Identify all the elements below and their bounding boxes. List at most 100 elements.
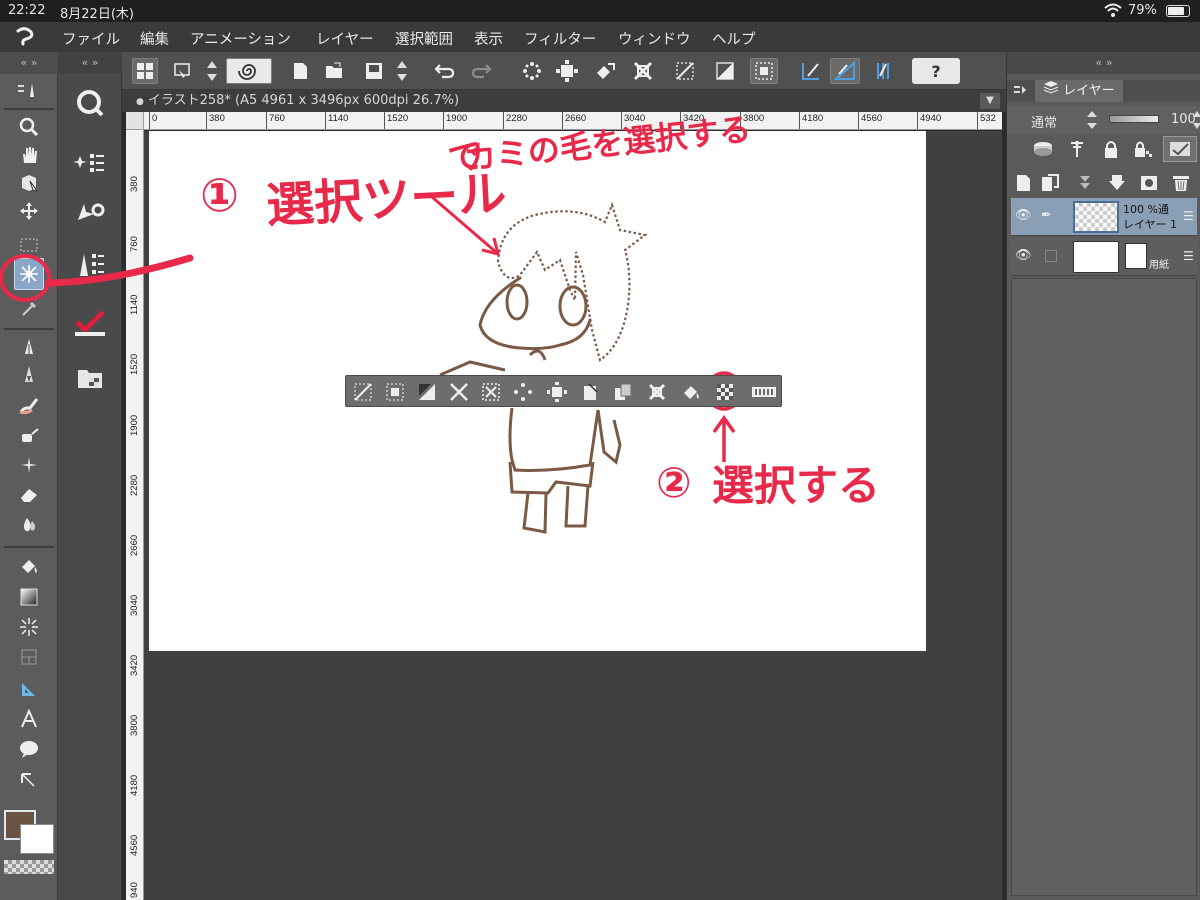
lock-transparent-icon[interactable] [1131, 138, 1155, 160]
launcher-fill-icon[interactable] [680, 381, 702, 403]
fill-command-icon[interactable] [592, 58, 618, 84]
help-button[interactable]: ? [912, 58, 960, 84]
menu-animation[interactable]: アニメーション [190, 28, 291, 49]
menu-view[interactable]: 表示 [474, 28, 503, 49]
launcher-deselect-icon[interactable] [352, 381, 374, 403]
hand-tool-icon[interactable] [14, 142, 44, 168]
delete-layer-icon[interactable] [1169, 172, 1193, 194]
launcher-select-area-icon[interactable] [384, 381, 406, 403]
undo-icon[interactable] [432, 58, 458, 84]
gradient-tool-icon[interactable] [14, 584, 44, 610]
text-tool-icon[interactable] [14, 706, 44, 732]
deselect-icon[interactable] [672, 58, 698, 84]
blend-mode-select[interactable]: 通常 [1031, 112, 1057, 131]
fill-tool-icon[interactable] [14, 554, 44, 580]
clipping-icon[interactable] [1031, 138, 1055, 160]
quick-access-icon[interactable] [70, 86, 110, 120]
opacity-stepper-icon[interactable] [1193, 108, 1200, 136]
object-tool-icon[interactable] [14, 170, 44, 196]
panel-menu-icon[interactable] [1013, 83, 1027, 103]
layer-menu-icon[interactable]: ☰ [1183, 209, 1194, 223]
sub-tool-list-icon[interactable] [70, 146, 110, 180]
merge-down-icon[interactable] [1105, 172, 1129, 194]
lock-icon[interactable] [1099, 138, 1123, 160]
sub-tool-palette-grip[interactable]: « » [58, 52, 122, 74]
airbrush-tool-icon[interactable] [14, 422, 44, 448]
menu-help[interactable]: ヘルプ [712, 28, 756, 49]
selection-area-tool-icon[interactable] [14, 232, 44, 258]
reference-layer-icon[interactable] [1065, 138, 1089, 160]
mask-icon[interactable] [1163, 136, 1197, 162]
layout-grid-icon[interactable] [132, 58, 158, 84]
tool-palette-grip[interactable]: « » [0, 52, 58, 74]
auto-select-tool-icon[interactable] [14, 258, 44, 290]
color-set-icon[interactable] [70, 306, 110, 340]
workspace-icon[interactable] [170, 58, 196, 84]
visibility-eye-icon[interactable]: 👁 [1015, 248, 1032, 263]
layer-row[interactable]: 👁 ✒ 100 %通 レイヤー 1 ☰ [1011, 198, 1197, 236]
eraser-tool-icon[interactable] [14, 482, 44, 508]
clear-icon[interactable] [520, 58, 544, 84]
launcher-border-icon[interactable] [480, 381, 502, 403]
menu-edit[interactable]: 編集 [140, 28, 169, 49]
workspace-stepper-icon[interactable] [202, 58, 222, 84]
new-file-icon[interactable] [288, 58, 312, 84]
blend-tool-icon[interactable] [14, 512, 44, 538]
open-file-icon[interactable] [322, 58, 348, 84]
menu-window[interactable]: ウィンドウ [618, 28, 691, 49]
snap-to-grid-icon[interactable] [870, 58, 896, 84]
launcher-scale-icon[interactable] [448, 381, 470, 403]
transparent-color-swatch[interactable] [4, 860, 54, 874]
app-logo-icon[interactable] [14, 25, 36, 52]
layer-menu-icon[interactable]: ☰ [1183, 249, 1194, 263]
tool-property-icon[interactable] [70, 196, 110, 230]
eyedropper-tool-icon[interactable] [14, 296, 44, 322]
launcher-clear-icon[interactable] [512, 381, 534, 403]
move-layer-tool-icon[interactable] [14, 198, 44, 224]
layer-list-area[interactable] [1011, 278, 1197, 896]
transform-icon[interactable] [554, 58, 580, 84]
spiral-logo-icon[interactable] [226, 58, 272, 84]
new-vector-layer-icon[interactable] [1039, 172, 1063, 194]
sub-color-swatch[interactable] [20, 824, 54, 854]
menu-file[interactable]: ファイル [62, 28, 120, 49]
drawing-layer-pen-icon[interactable]: ✒ [1041, 208, 1052, 223]
launcher-rotate-icon[interactable] [646, 381, 668, 403]
zoom-tool-icon[interactable] [14, 114, 44, 140]
ruler-tool-icon[interactable] [14, 676, 44, 702]
snap-to-ruler-icon[interactable] [798, 58, 824, 84]
tool-menu-icon[interactable] [14, 78, 44, 104]
brush-tool-icon[interactable] [14, 392, 44, 418]
transfer-down-icon[interactable] [1073, 172, 1097, 194]
launcher-copy-paste-icon[interactable] [612, 381, 634, 403]
invert-selection-icon[interactable] [712, 58, 738, 84]
add-mask-icon[interactable] [1137, 172, 1161, 194]
snap-to-special-ruler-icon[interactable] [830, 58, 860, 84]
launcher-settings-icon[interactable] [750, 381, 778, 403]
launcher-invert-icon[interactable] [416, 381, 438, 403]
new-raster-layer-icon[interactable] [1011, 172, 1035, 194]
menu-filter[interactable]: フィルター [524, 28, 596, 49]
launcher-transform-icon[interactable] [546, 381, 568, 403]
show-selection-area-icon[interactable] [750, 58, 778, 84]
balloon-tool-icon[interactable] [14, 736, 44, 762]
save-icon[interactable] [362, 58, 386, 84]
correct-line-tool-icon[interactable] [14, 768, 44, 794]
visibility-eye-icon[interactable]: 👁 [1015, 208, 1032, 223]
decoration-tool-icon[interactable] [14, 452, 44, 478]
layer-row[interactable]: 👁 用紙 ☰ [1011, 238, 1197, 276]
scale-icon[interactable] [630, 58, 656, 84]
frame-tool-icon[interactable] [14, 644, 44, 670]
pen-tool-icon[interactable] [14, 334, 44, 360]
tab-dropdown-button[interactable]: ▼ [980, 93, 1000, 109]
layer-panel-grip[interactable]: « » [1007, 52, 1200, 74]
figure-tool-icon[interactable] [14, 614, 44, 640]
blend-stepper-icon[interactable] [1085, 108, 1099, 136]
material-icon[interactable] [70, 362, 110, 396]
menu-selection[interactable]: 選択範囲 [395, 28, 453, 49]
document-tab[interactable]: ● イラスト258* (A5 4961 x 3496px 600dpi 26.7%… [128, 90, 467, 112]
tab-layer[interactable]: レイヤー [1035, 80, 1123, 102]
launcher-cut-paste-icon[interactable] [580, 381, 602, 403]
empty-box-icon[interactable] [1045, 250, 1057, 262]
pencil-tool-icon[interactable] [14, 362, 44, 388]
